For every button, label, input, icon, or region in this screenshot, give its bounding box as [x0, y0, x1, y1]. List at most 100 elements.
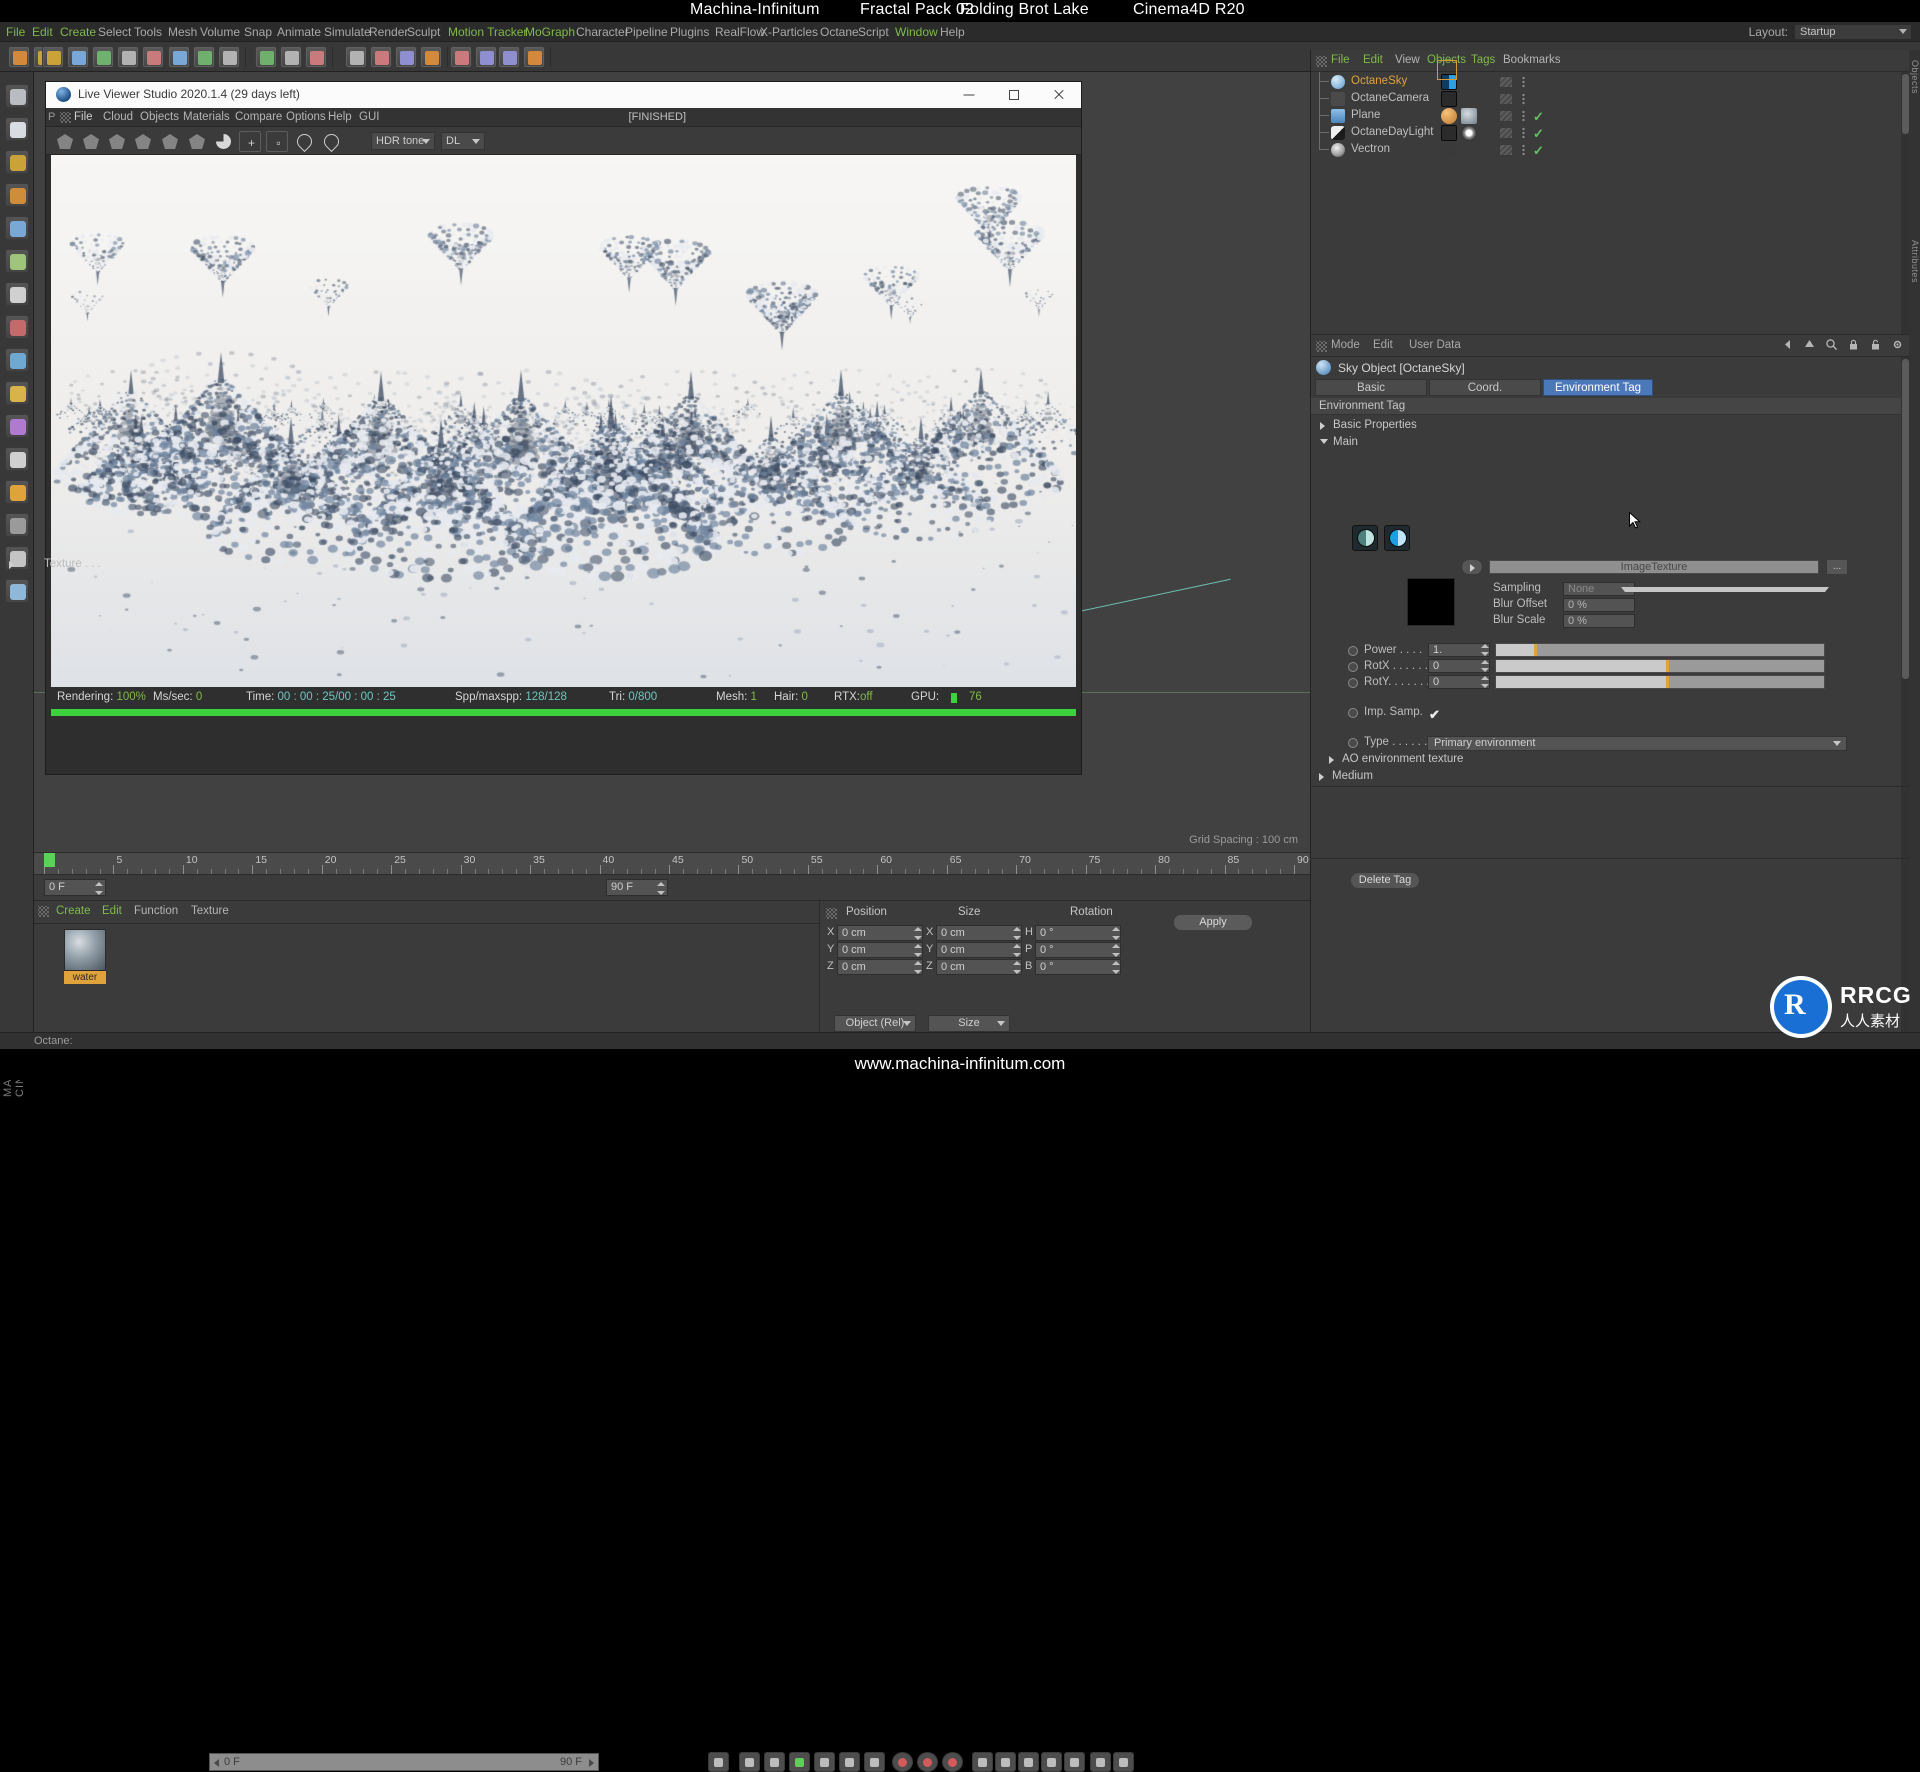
lv-menu-help[interactable]: Help [328, 111, 352, 123]
toolbar-icon[interactable] [92, 46, 114, 68]
om-menu-bookmarks[interactable]: Bookmarks [1503, 54, 1561, 66]
material-menu-texture[interactable]: Texture [191, 905, 229, 917]
toolbar-icon[interactable] [42, 46, 64, 68]
tool-palette-icon[interactable] [5, 381, 29, 405]
lv-menu-gui[interactable]: GUI [359, 111, 379, 123]
blur-scale-value[interactable]: 0 % [1563, 614, 1635, 628]
visibility-dots-icon[interactable] [1522, 93, 1525, 105]
visibility-hatch-icon[interactable] [1499, 127, 1513, 139]
om-menu-edit[interactable]: Edit [1363, 54, 1383, 66]
object-name[interactable]: OctaneSky [1351, 75, 1407, 87]
toolbar-icon[interactable] [142, 46, 164, 68]
panel-drag-handle[interactable] [1316, 341, 1327, 352]
material-tag[interactable] [1441, 108, 1457, 124]
menu-item-mesh[interactable]: Mesh [168, 25, 197, 39]
menu-item-realflow[interactable]: RealFlow [715, 25, 765, 39]
attribute-tabs[interactable]: BasicCoord.Environment Tag [1311, 379, 1911, 396]
sampling-row[interactable]: Sampling None [1493, 582, 1833, 596]
menu-item-create[interactable]: Create [60, 25, 96, 39]
position-key-button[interactable] [972, 1752, 993, 1772]
slider-knob[interactable] [1666, 660, 1669, 672]
fcurve-button[interactable] [1113, 1752, 1134, 1772]
layout-dropdown[interactable]: Startup [1794, 24, 1912, 40]
tool-palette-icon[interactable] [5, 150, 29, 174]
render-image[interactable] [51, 155, 1076, 687]
rotation-field-H[interactable]: 0 ° [1035, 925, 1121, 941]
tool-palette-icon[interactable] [5, 348, 29, 372]
toolbar-icon[interactable] [475, 46, 497, 68]
toolbar-icon[interactable] [255, 46, 277, 68]
blur-scale-row[interactable]: Blur Scale 0 % [1493, 614, 1833, 628]
toolbar-icon[interactable] [370, 46, 392, 68]
stepper-icon[interactable] [1112, 944, 1120, 957]
toolbar-icon[interactable] [395, 46, 417, 68]
menu-item-plugins[interactable]: Plugins [670, 25, 709, 39]
tool-palette-icon[interactable] [5, 84, 29, 108]
menu-item-snap[interactable]: Snap [244, 25, 272, 39]
om-menu-view[interactable]: View [1395, 54, 1420, 66]
back-arrow-icon[interactable] [1781, 338, 1794, 351]
tonemap-dropdown[interactable]: HDR tone [371, 132, 435, 150]
position-field-X[interactable]: 0 cm [837, 925, 923, 941]
up-arrow-icon[interactable] [1803, 338, 1816, 351]
coord-size-dropdown[interactable]: Size [928, 1015, 1010, 1032]
menu-item-select[interactable]: Select [98, 25, 131, 39]
material-menu-edit[interactable]: Edit [102, 905, 122, 917]
tool-palette-icon[interactable] [5, 579, 29, 603]
texture-tag[interactable] [1461, 108, 1477, 124]
menu-item-simulate[interactable]: Simulate [324, 25, 371, 39]
lock-open-icon[interactable] [1869, 338, 1882, 351]
om-menu-file[interactable]: File [1331, 54, 1350, 66]
pie-icon[interactable] [212, 131, 234, 152]
visibility-dots-icon[interactable] [1522, 76, 1525, 88]
dopesheet-button[interactable] [1090, 1752, 1111, 1772]
step-forward-button[interactable] [814, 1752, 835, 1772]
attribute-tab-basic[interactable]: Basic [1315, 379, 1427, 396]
toolbar-icon[interactable] [280, 46, 302, 68]
live-viewer-menubar[interactable]: P FileCloudObjectsMaterialsCompareOption… [46, 108, 1081, 127]
visibility-dots-icon[interactable] [1522, 110, 1525, 122]
menu-item-character[interactable]: Character [576, 25, 629, 39]
toolbar-icon[interactable] [450, 46, 472, 68]
imp-samp-row[interactable]: Imp. Samp. [0, 705, 600, 721]
object-name[interactable]: OctaneDayLight [1351, 126, 1433, 138]
search-icon[interactable] [1825, 338, 1838, 351]
menu-item-volume[interactable]: Volume [200, 25, 240, 39]
light-tag[interactable] [1461, 125, 1477, 141]
live-viewer-toolbar[interactable]: +▫ HDR tone DL [46, 127, 1081, 155]
tool-palette-icon[interactable] [5, 249, 29, 273]
blur-offset-row[interactable]: Blur Offset 0 % [1493, 598, 1833, 612]
add-region-icon[interactable]: + [239, 131, 261, 152]
position-field-Z[interactable]: 0 cm [837, 959, 923, 975]
menu-item-motion-tracker[interactable]: Motion Tracker [448, 25, 527, 39]
toolbar-icon[interactable] [117, 46, 139, 68]
am-menu-edit[interactable]: Edit [1373, 339, 1393, 351]
stepper-icon[interactable] [914, 961, 922, 974]
lv-menu-file[interactable]: File [74, 111, 93, 123]
stepper-icon[interactable] [1481, 660, 1489, 672]
tool-palette-icon[interactable] [5, 216, 29, 240]
stepper-icon[interactable] [1481, 644, 1489, 656]
menu-item-tools[interactable]: Tools [134, 25, 162, 39]
param-slider[interactable] [1495, 643, 1825, 657]
attribute-nav-buttons[interactable] [1781, 338, 1904, 351]
range-right-arrow-icon[interactable] [589, 1759, 594, 1767]
visibility-hatch-icon[interactable] [1499, 93, 1513, 105]
panel-drag-handle[interactable] [60, 112, 71, 123]
stepper-icon[interactable] [914, 927, 922, 940]
stepper-icon[interactable] [1626, 599, 1634, 611]
tool-palette-icon[interactable] [5, 513, 29, 537]
tool-palette-icon[interactable] [5, 282, 29, 306]
lv-menu-options[interactable]: Options [286, 111, 326, 123]
refresh-icon[interactable] [80, 131, 102, 152]
play-button[interactable] [789, 1752, 810, 1772]
material-thumbnail[interactable] [64, 929, 106, 971]
autokey-button[interactable] [917, 1752, 938, 1772]
toolbar-icon[interactable] [8, 46, 30, 68]
type-dropdown[interactable]: Primary environment [1427, 736, 1847, 751]
texture-toggle-button[interactable] [1461, 559, 1483, 575]
end-frame-field[interactable]: 90 F [606, 879, 668, 896]
region-icon[interactable] [132, 131, 154, 152]
scrollbar-thumb[interactable] [1902, 359, 1909, 679]
sky-mode-button-2[interactable] [1384, 525, 1410, 551]
